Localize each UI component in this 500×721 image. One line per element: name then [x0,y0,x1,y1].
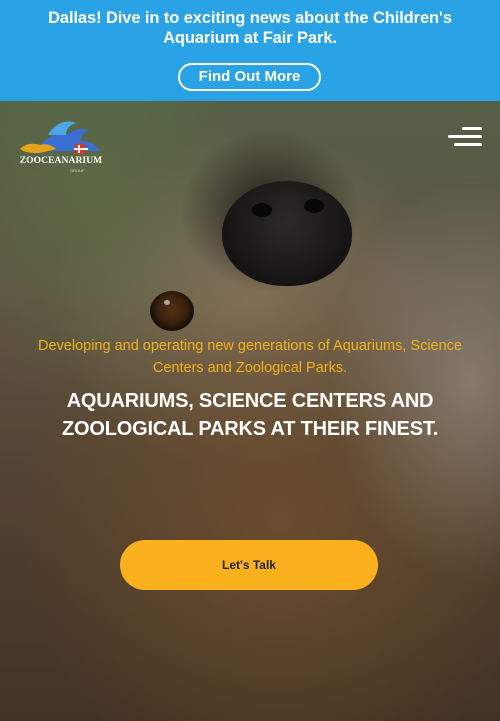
announcement-banner: Dallas! Dive in to exciting news about t… [0,0,500,101]
hamburger-menu-icon[interactable] [448,125,482,149]
lets-talk-button[interactable]: Let's Talk [120,540,378,590]
banner-text: Dallas! Dive in to exciting news about t… [48,9,452,47]
logo-animals-icon [20,121,100,155]
hero-section: ZOOCEANARIUM GROUP Developing and operat… [0,101,500,721]
zooceanarium-logo[interactable]: ZOOCEANARIUM GROUP [18,115,104,173]
hero-headline: AQUARIUMS, SCIENCE CENTERS AND ZOOLOGICA… [62,390,438,440]
find-out-more-button[interactable]: Find Out More [178,63,321,91]
hero-tagline: Developing and operating new generations… [38,338,462,376]
logo-subtext: GROUP [70,168,85,173]
logo-wordmark: ZOOCEANARIUM [19,156,103,166]
